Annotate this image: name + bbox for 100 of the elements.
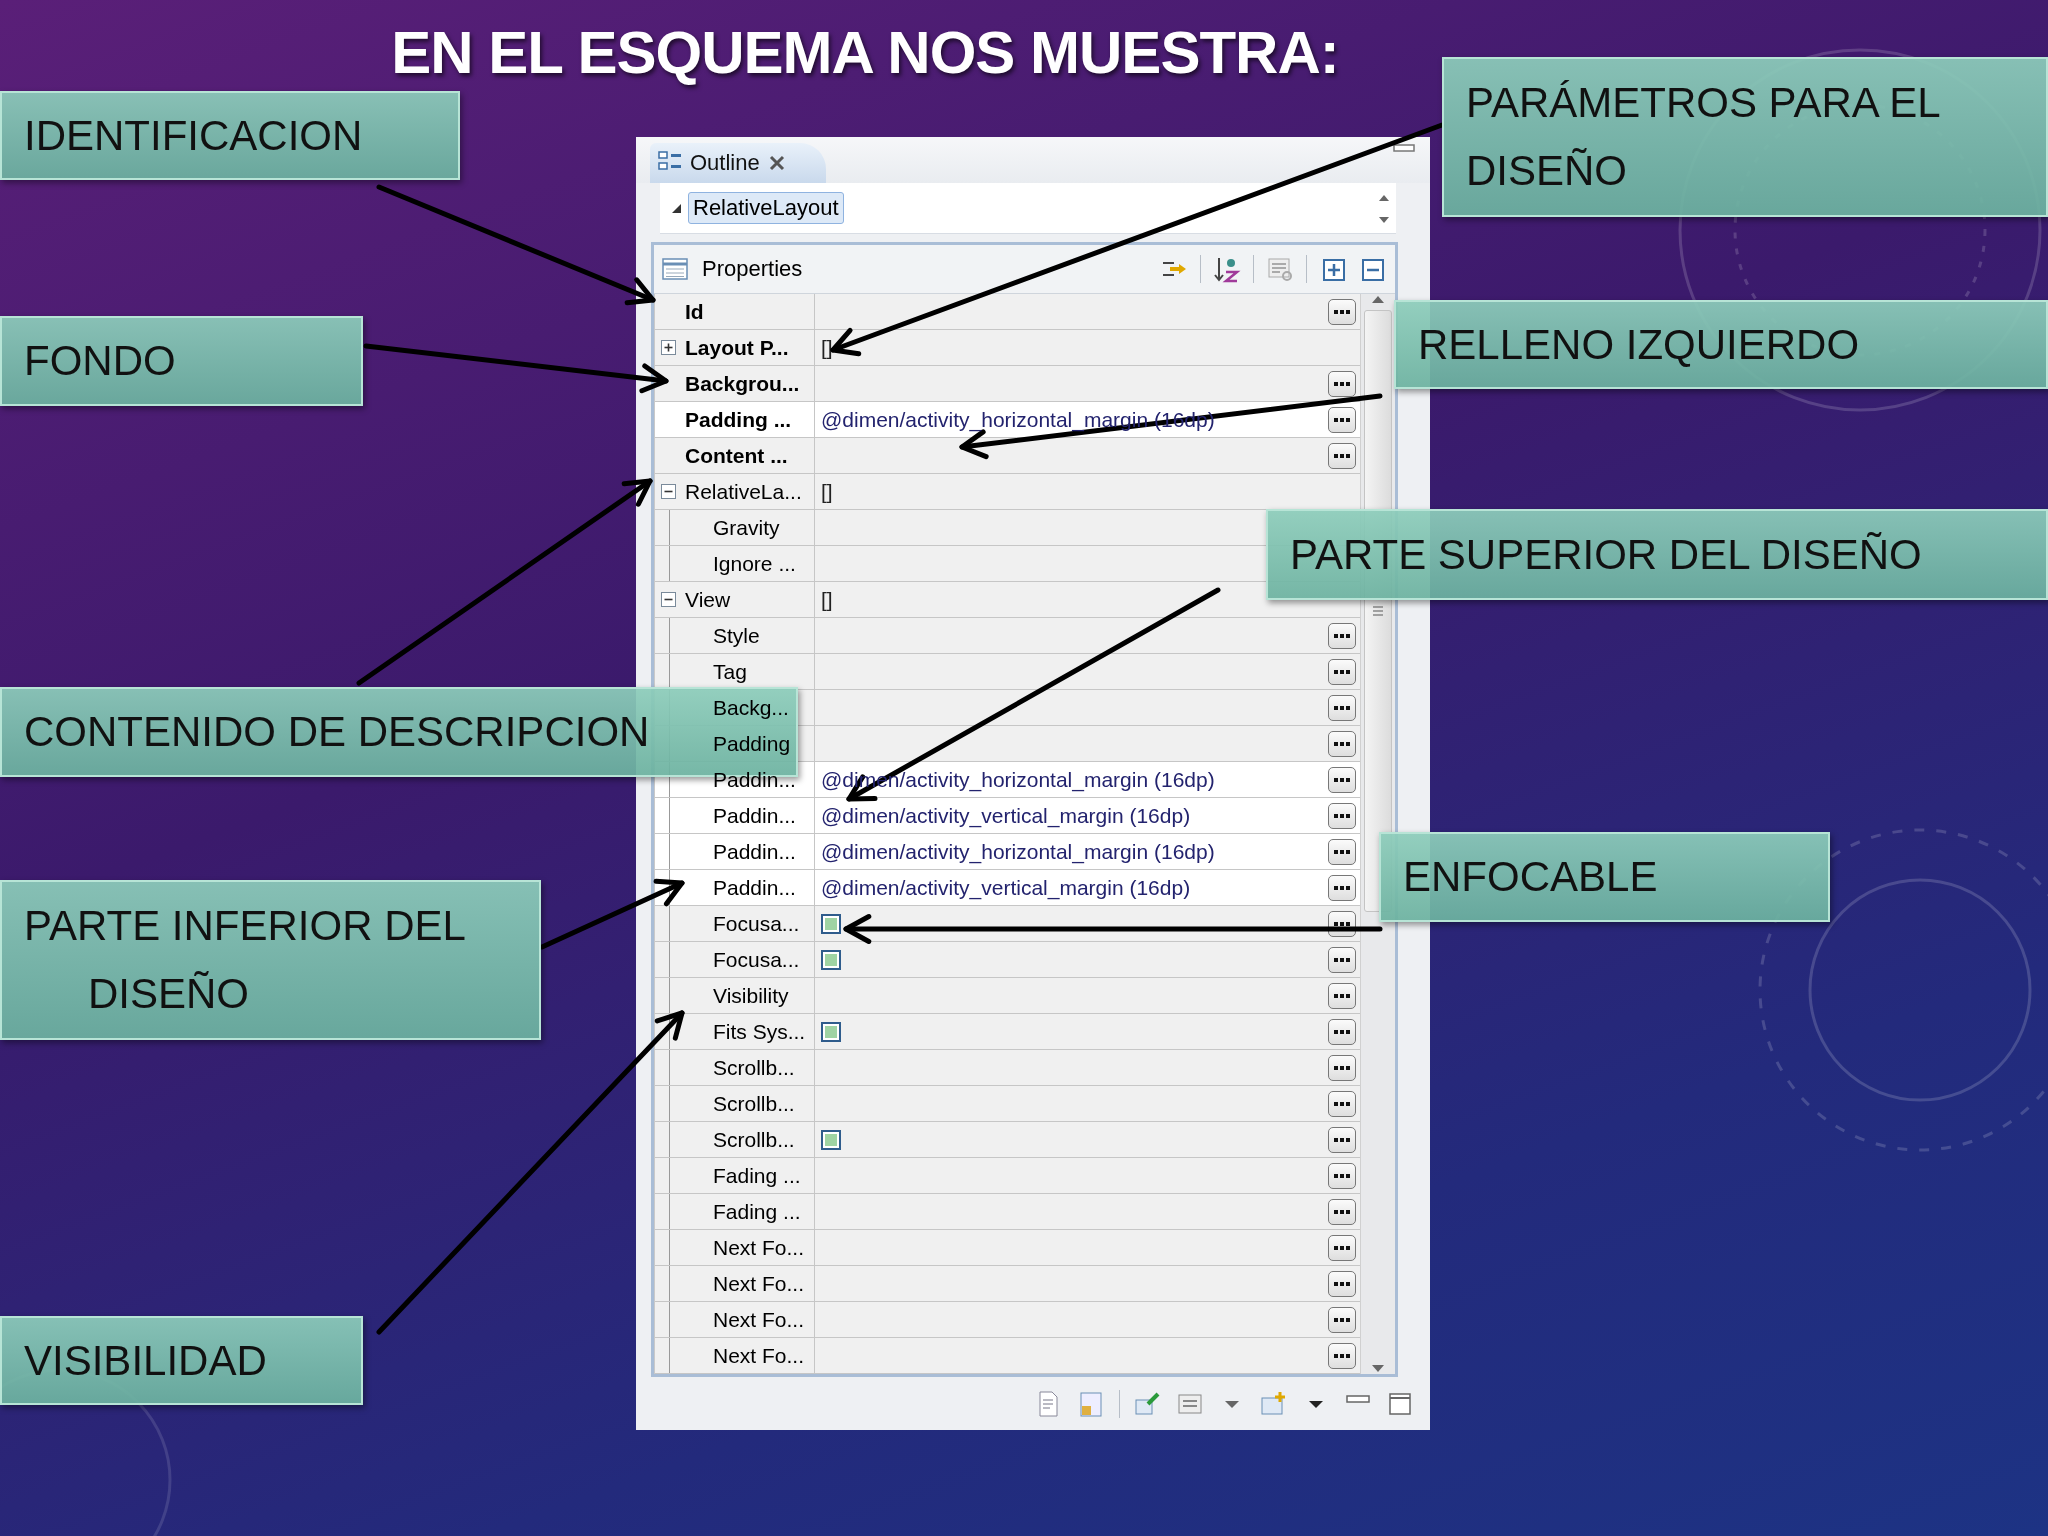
scroll-up-icon [1371,294,1385,304]
property-name: Paddin... [713,767,796,792]
more-button[interactable] [1328,946,1356,973]
more-button[interactable] [1328,1306,1356,1333]
ellipsis-icon [1334,813,1350,818]
ellipsis-icon [1334,1029,1350,1034]
property-name: Focusa... [713,947,800,972]
more-button[interactable] [1328,982,1356,1009]
checkbox[interactable] [821,1129,841,1150]
callout-label: ENFOCABLE [1379,832,1830,922]
more-button[interactable] [1328,1090,1356,1117]
ellipsis-icon [1334,309,1350,314]
property-name: Scrollb... [713,1127,795,1152]
callout-label: PARTE SUPERIOR DEL DISEÑO [1266,509,2048,600]
tree-item[interactable]: RelativeLayout [688,192,844,224]
property-name: Fits Sys... [713,1019,806,1044]
expand-toggle[interactable] [661,592,676,607]
more-button[interactable] [1328,730,1356,757]
ellipsis-icon [1334,741,1350,746]
property-name: Ignore ... [713,551,796,576]
more-button[interactable] [1328,1054,1356,1081]
sort-icon[interactable] [1213,255,1241,283]
expand-toggle[interactable] [661,340,676,355]
view-title: Properties [702,256,804,282]
property-name: Padding ... [685,407,792,432]
callout-label: FONDO [0,316,363,406]
property-name: Next Fo... [713,1235,805,1260]
more-button[interactable] [1328,658,1356,685]
ellipsis-icon [1334,669,1350,674]
property-value: @dimen/activity_vertical_margin (16dp) [821,875,1192,900]
expand-toggle[interactable] [661,484,676,499]
property-name: Fading ... [713,1199,801,1224]
more-button[interactable] [1328,838,1356,865]
expand-arrow-icon[interactable] [670,202,682,214]
property-name: Paddin... [713,839,796,864]
ellipsis-icon [1334,633,1350,638]
property-value: @dimen/activity_horizontal_margin (16dp) [821,839,1216,864]
more-button[interactable] [1328,1162,1356,1189]
more-button[interactable] [1328,1018,1356,1045]
more-button[interactable] [1328,622,1356,649]
callout-label: RELLENO IZQUIERDO [1394,300,2048,389]
close-icon [767,154,786,172]
callout-label: PARÁMETROS PARA EL DISEÑO [1442,57,2048,217]
property-name: Tag [713,659,747,684]
property-name: Next Fo... [713,1307,805,1332]
property-name: RelativeLa... [685,479,802,504]
property-value: @dimen/activity_vertical_margin (16dp) [821,803,1192,828]
more-button[interactable] [1328,442,1356,469]
property-name: Paddin... [713,875,796,900]
property-name: Padding [713,731,791,756]
ellipsis-icon [1334,1209,1350,1214]
more-button[interactable] [1328,1234,1356,1261]
outline-tab[interactable]: Outline [650,143,826,183]
property-value: [] [821,335,834,360]
more-button[interactable] [1328,406,1356,433]
ellipsis-icon [1334,381,1350,386]
scroll-down-icon [1371,1364,1385,1374]
callout-label: PARTE INFERIOR DEL DISEÑO [0,880,541,1040]
slide-title: EN EL ESQUEMA NOS MUESTRA: [390,18,1340,87]
property-value: [] [821,587,834,612]
property-name: View [685,587,731,612]
ellipsis-icon [1334,885,1350,890]
callout-label: VISIBILIDAD [0,1316,363,1405]
property-name: Scrollb... [713,1091,795,1116]
more-button[interactable] [1328,766,1356,793]
property-name: Style [713,623,760,648]
property-name: Id [685,299,704,324]
ellipsis-icon [1334,1245,1350,1250]
ellipsis-icon [1334,1173,1350,1178]
property-name: Fading ... [713,1163,801,1188]
ellipsis-icon [1334,777,1350,782]
property-name: Content ... [685,443,788,468]
table-icon [662,258,688,280]
ellipsis-icon [1334,705,1350,710]
property-value: [] [821,479,834,504]
more-button[interactable] [1328,802,1356,829]
more-button[interactable] [1328,1342,1356,1369]
property-name: Paddin... [713,803,796,828]
more-button[interactable] [1328,694,1356,721]
callout-label: IDENTIFICACION [0,91,460,180]
checkbox[interactable] [821,949,841,970]
grip-icon [1372,605,1384,617]
more-button[interactable] [1328,1270,1356,1297]
ellipsis-icon [1334,1317,1350,1322]
ellipsis-icon [1334,1137,1350,1142]
checkbox[interactable] [821,1021,841,1042]
more-button[interactable] [1328,370,1356,397]
checkbox[interactable] [821,913,841,934]
ellipsis-icon [1334,993,1350,998]
more-button[interactable] [1328,1198,1356,1225]
property-name: Visibility [713,983,789,1008]
property-name: Next Fo... [713,1343,805,1368]
more-button[interactable] [1328,1126,1356,1153]
property-name: Next Fo... [713,1271,805,1296]
more-button[interactable] [1328,298,1356,325]
property-name: Backg... [713,695,789,720]
ellipsis-icon [1334,849,1350,854]
property-name: Scrollb... [713,1055,795,1080]
ellipsis-icon [1334,957,1350,962]
more-button[interactable] [1328,874,1356,901]
